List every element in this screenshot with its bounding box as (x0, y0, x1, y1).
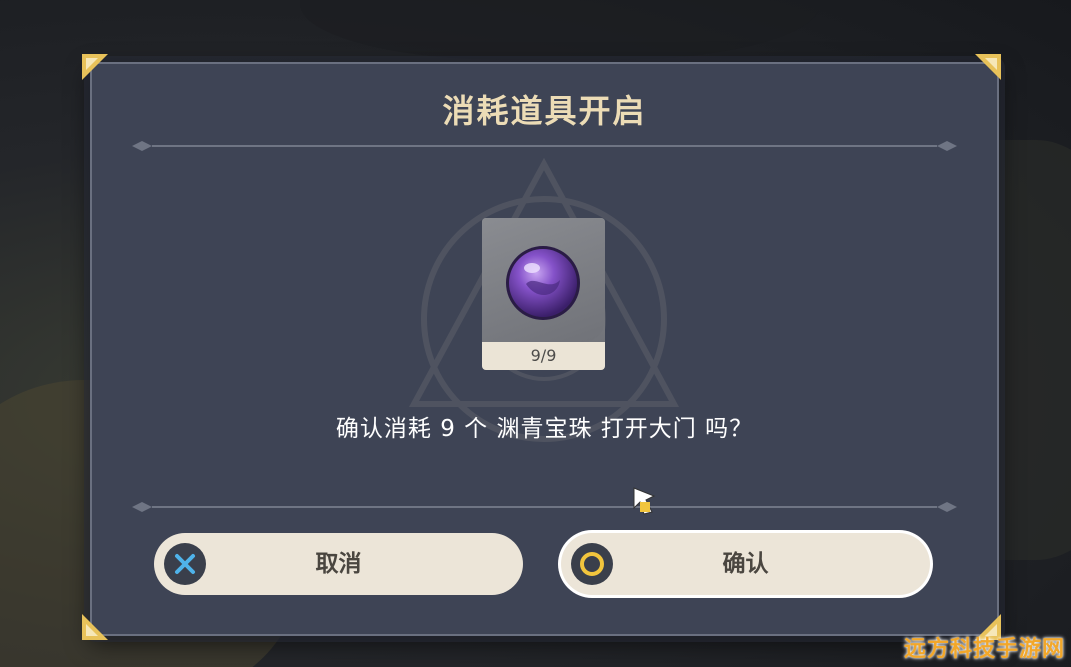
corner-ornament-top-left (82, 54, 108, 80)
confirm-message: 确认消耗 9 个 渊青宝珠 打开大门 吗？ (335, 416, 754, 442)
background-rock (300, 0, 820, 60)
bottom-divider (132, 502, 957, 512)
confirm-button-label: 确认 (722, 551, 769, 577)
cursor-icon (633, 487, 656, 515)
item-count: 9/9 (482, 342, 605, 370)
corner-ornament-bottom-left (82, 614, 108, 640)
dialog-title: 消耗道具开启 (442, 92, 647, 130)
corner-ornament-top-right (975, 54, 1001, 80)
game-scene: 消耗道具开启 9/9 确认消耗 9 个 渊青宝珠 打开大门 吗？ 取消 确认 远… (0, 0, 1071, 667)
item-card: 9/9 (482, 218, 605, 370)
top-divider (132, 141, 957, 151)
cancel-button-label: 取消 (315, 551, 362, 577)
consume-item-dialog: 消耗道具开启 9/9 确认消耗 9 个 渊青宝珠 打开大门 吗？ 取消 确认 (90, 62, 999, 636)
purple-orb-icon (506, 246, 580, 320)
cancel-button[interactable]: 取消 (154, 533, 523, 595)
confirm-button[interactable]: 确认 (561, 533, 930, 595)
watermark: 远方科技手游网 (903, 637, 1065, 662)
